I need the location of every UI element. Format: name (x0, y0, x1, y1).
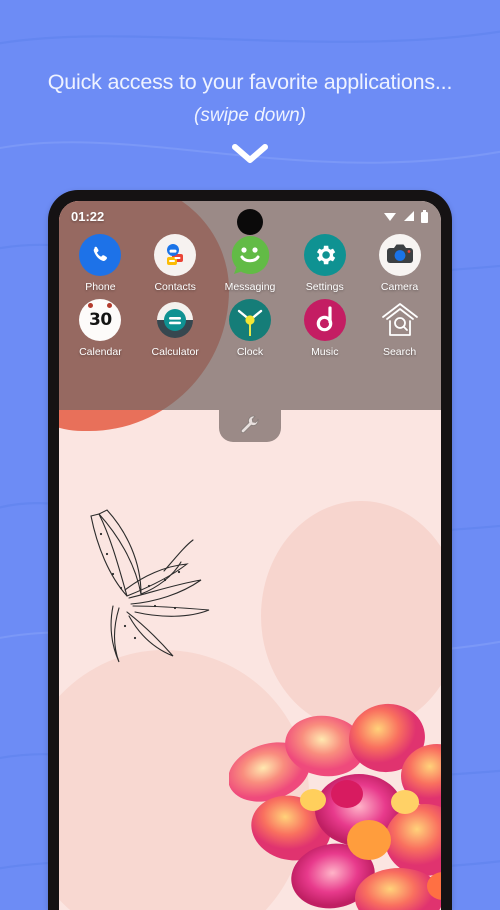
promo-header: Quick access to your favorite applicatio… (0, 0, 500, 165)
drawer-handle[interactable] (219, 410, 281, 442)
app-label: Calendar (79, 346, 122, 358)
house-search-icon (379, 299, 421, 341)
phone-icon (79, 234, 122, 276)
calendar-bell-right (107, 303, 113, 308)
phone-screen: 01:22 Phone Contacts Messaging Settings … (59, 201, 441, 910)
app-label: Camera (380, 281, 419, 293)
app-search[interactable]: Search (365, 299, 435, 358)
promo-subline: (swipe down) (194, 105, 306, 126)
app-phone[interactable]: Phone (65, 234, 135, 293)
music-note-icon (303, 299, 346, 341)
app-calculator[interactable]: Calculator (140, 299, 210, 358)
app-label: Phone (85, 281, 116, 293)
status-icons (383, 209, 429, 223)
calendar-icon: 30 (79, 299, 122, 341)
app-camera[interactable]: Camera (365, 234, 435, 293)
contacts-icon (154, 234, 197, 276)
phone-device-frame: 01:22 Phone Contacts Messaging Settings … (48, 190, 452, 910)
status-clock: 01:22 (71, 208, 105, 224)
front-camera-icon (237, 209, 263, 235)
clock-icon (228, 299, 271, 341)
app-label: Clock (236, 346, 264, 358)
app-contacts[interactable]: Contacts (140, 234, 210, 293)
app-label: Music (311, 346, 339, 358)
wallpaper-lily-lineart (90, 509, 210, 663)
battery-icon (421, 209, 428, 223)
app-label: Calculator (151, 346, 199, 358)
messaging-icon (229, 234, 271, 276)
app-settings[interactable]: Settings (290, 234, 360, 293)
calendar-bell-left (88, 303, 94, 308)
camera-icon (378, 234, 421, 276)
wifi-icon (384, 213, 396, 221)
promo-headline: Quick access to your favorite applicatio… (47, 70, 453, 94)
app-label: Settings (305, 281, 344, 293)
calendar-date-number: 30 (89, 310, 112, 330)
app-music[interactable]: Music (290, 299, 360, 358)
app-label: Search (382, 346, 417, 358)
calculator-icon (154, 299, 196, 341)
app-label: Messaging (224, 281, 276, 293)
app-grid: Phone Contacts Messaging Settings Camera… (59, 234, 441, 364)
app-clock[interactable]: Clock (215, 299, 285, 358)
wallpaper-orchid-photo (229, 703, 441, 910)
cell-signal-icon (404, 211, 414, 221)
chevron-down-icon (0, 141, 500, 165)
settings-gear-icon (303, 234, 346, 276)
wrench-icon (240, 415, 259, 434)
app-calendar[interactable]: 30 Calendar (65, 299, 135, 358)
app-row: 30 Calendar Calculator Clock Music Searc… (59, 299, 441, 358)
app-label: Contacts (154, 281, 196, 293)
app-row: Phone Contacts Messaging Settings Camera (59, 234, 441, 293)
app-messaging[interactable]: Messaging (215, 234, 285, 293)
